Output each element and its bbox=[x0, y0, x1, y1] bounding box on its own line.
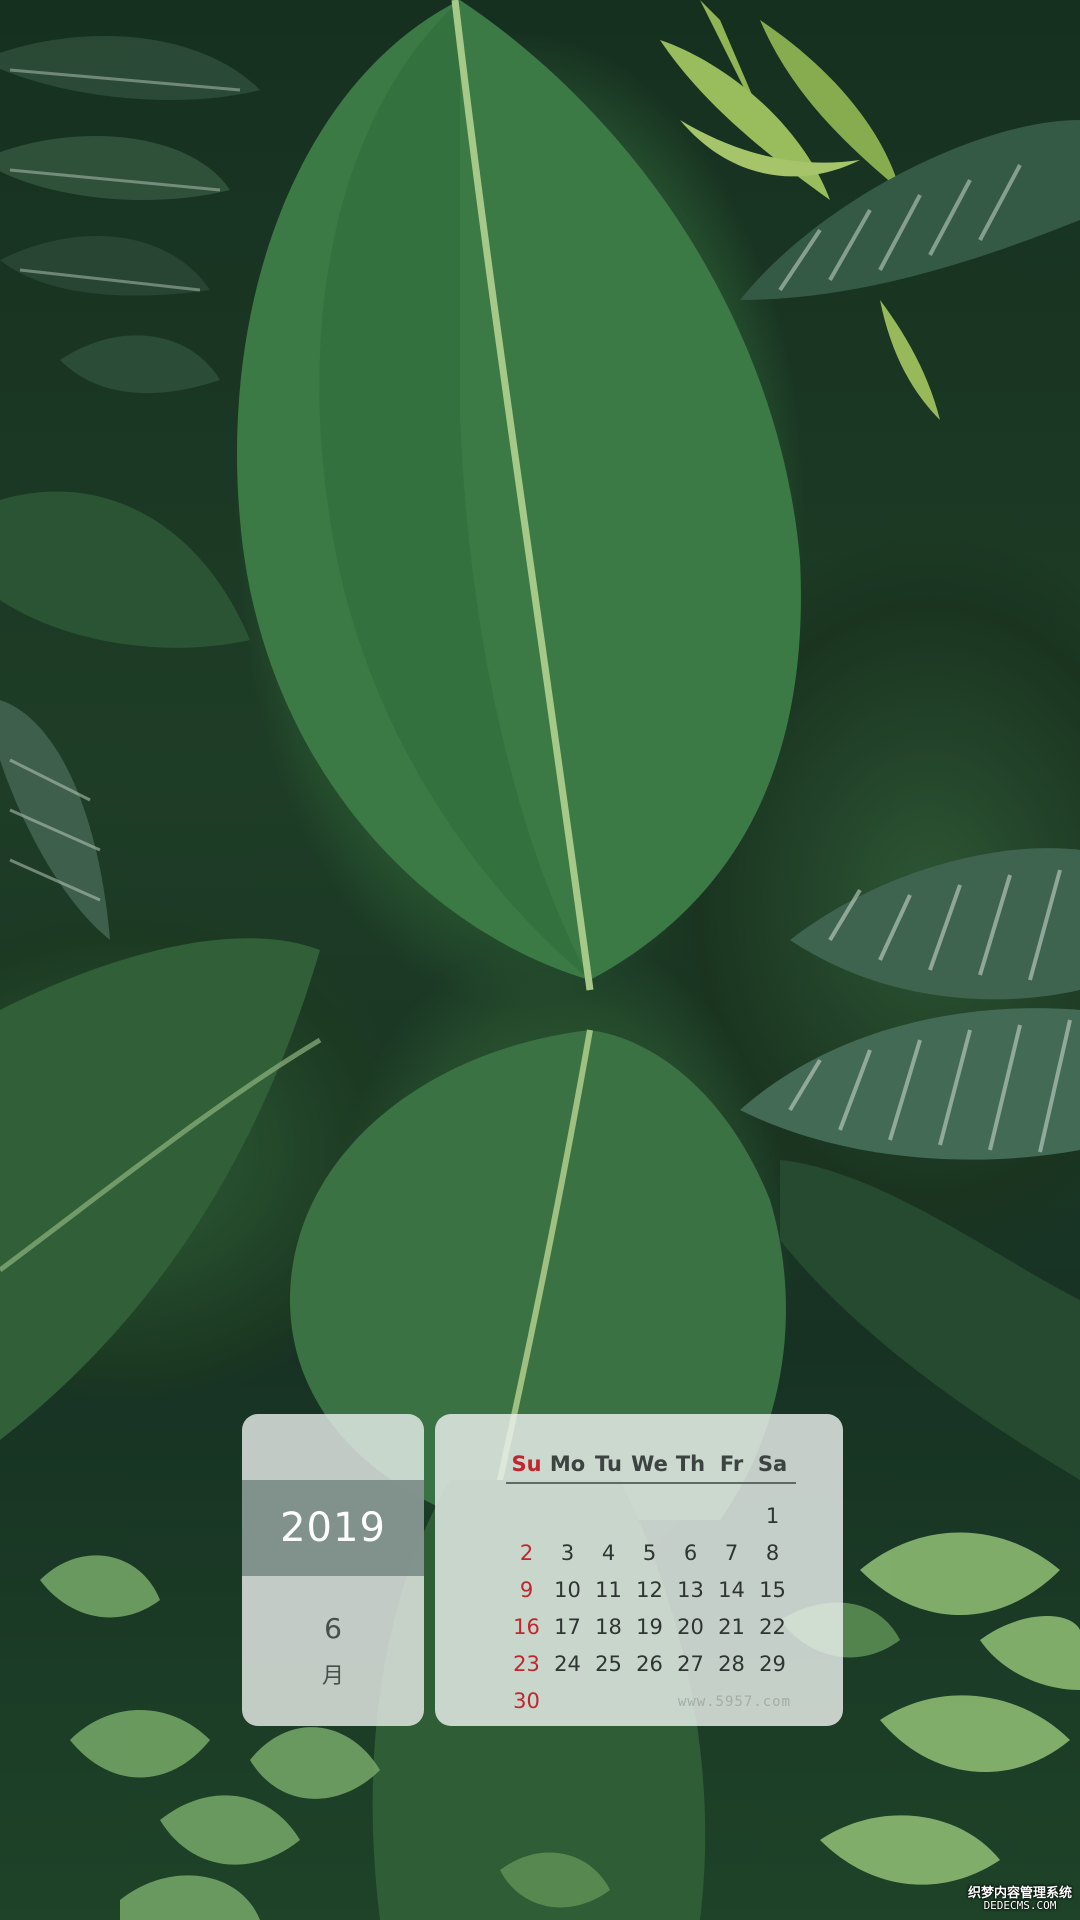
weekday-mo: Mo bbox=[549, 1452, 586, 1476]
weekday-we: We bbox=[631, 1452, 668, 1476]
site-watermark-domain: DEDECMS.COM bbox=[983, 1899, 1057, 1913]
calendar-day-24: 24 bbox=[554, 1652, 581, 1676]
calendar-day-20: 20 bbox=[677, 1615, 704, 1639]
year-label: 2019 bbox=[280, 1505, 386, 1551]
calendar-day-17: 17 bbox=[554, 1615, 581, 1639]
calendar-day-empty bbox=[588, 1683, 629, 1720]
calendar-day-30: 30 bbox=[513, 1689, 540, 1713]
site-watermark: 织梦内容管理系统 DEDECMS.COM bbox=[968, 1887, 1072, 1912]
calendar-day-empty bbox=[547, 1498, 588, 1535]
weekday-header: Su Mo Tu We Th Fr Sa bbox=[506, 1452, 796, 1484]
day-grid: 1 2 3 4 5 6 7 8 9 10 11 12 13 14 15 16 17 18 19 20 21 22 23 24 2… bbox=[506, 1498, 796, 1720]
calendar-day-27: 27 bbox=[677, 1652, 704, 1676]
calendar-day-14: 14 bbox=[718, 1578, 745, 1602]
calendar-day-empty bbox=[629, 1498, 670, 1535]
calendar-day-1: 1 bbox=[765, 1504, 780, 1528]
calendar-day-11: 11 bbox=[595, 1578, 622, 1602]
calendar-day-2: 2 bbox=[519, 1541, 534, 1565]
calendar-day-4: 4 bbox=[601, 1541, 616, 1565]
calendar-day-10: 10 bbox=[554, 1578, 581, 1602]
calendar-day-12: 12 bbox=[636, 1578, 663, 1602]
calendar-day-empty bbox=[588, 1498, 629, 1535]
calendar-day-25: 25 bbox=[595, 1652, 622, 1676]
calendar-day-23: 23 bbox=[513, 1652, 540, 1676]
calendar-day-7: 7 bbox=[724, 1541, 739, 1565]
calendar-day-empty bbox=[670, 1498, 711, 1535]
weekday-th: Th bbox=[675, 1452, 706, 1476]
calendar-day-9: 9 bbox=[519, 1578, 534, 1602]
calendar-day-28: 28 bbox=[718, 1652, 745, 1676]
calendar-day-13: 13 bbox=[677, 1578, 704, 1602]
calendar-day-empty bbox=[629, 1683, 670, 1720]
weekday-sa: Sa bbox=[757, 1452, 788, 1476]
weekday-fr: Fr bbox=[719, 1452, 744, 1476]
month-number: 6 bbox=[324, 1612, 342, 1645]
year-band: 2019 bbox=[242, 1480, 424, 1576]
calendar-day-6: 6 bbox=[683, 1541, 698, 1565]
calendar-day-22: 22 bbox=[759, 1615, 786, 1639]
calendar-day-5: 5 bbox=[642, 1541, 657, 1565]
calendar-day-15: 15 bbox=[759, 1578, 786, 1602]
calendar-day-26: 26 bbox=[636, 1652, 663, 1676]
calendar-day-empty bbox=[711, 1498, 752, 1535]
calendar-day-empty bbox=[506, 1498, 547, 1535]
calendar-day-16: 16 bbox=[513, 1615, 540, 1639]
calendar-day-empty bbox=[547, 1683, 588, 1720]
calendar-day-18: 18 bbox=[595, 1615, 622, 1639]
calendar-grid-panel: Su Mo Tu We Th Fr Sa 1 2 3 4 5 6 7 8 9 10 11 12 13 14 15 16 17… bbox=[435, 1414, 843, 1726]
calendar-year-month-panel: 2019 6 月 bbox=[242, 1414, 424, 1726]
calendar-day-8: 8 bbox=[765, 1541, 780, 1565]
month-unit-label: 月 bbox=[321, 1664, 344, 1689]
calendar-day-21: 21 bbox=[718, 1615, 745, 1639]
weekday-tu: Tu bbox=[595, 1452, 622, 1476]
calendar-day-29: 29 bbox=[759, 1652, 786, 1676]
weekday-su: Su bbox=[511, 1452, 542, 1476]
calendar-day-19: 19 bbox=[636, 1615, 663, 1639]
calendar-watermark: www.5957.com bbox=[677, 1694, 791, 1710]
calendar-day-3: 3 bbox=[560, 1541, 575, 1565]
